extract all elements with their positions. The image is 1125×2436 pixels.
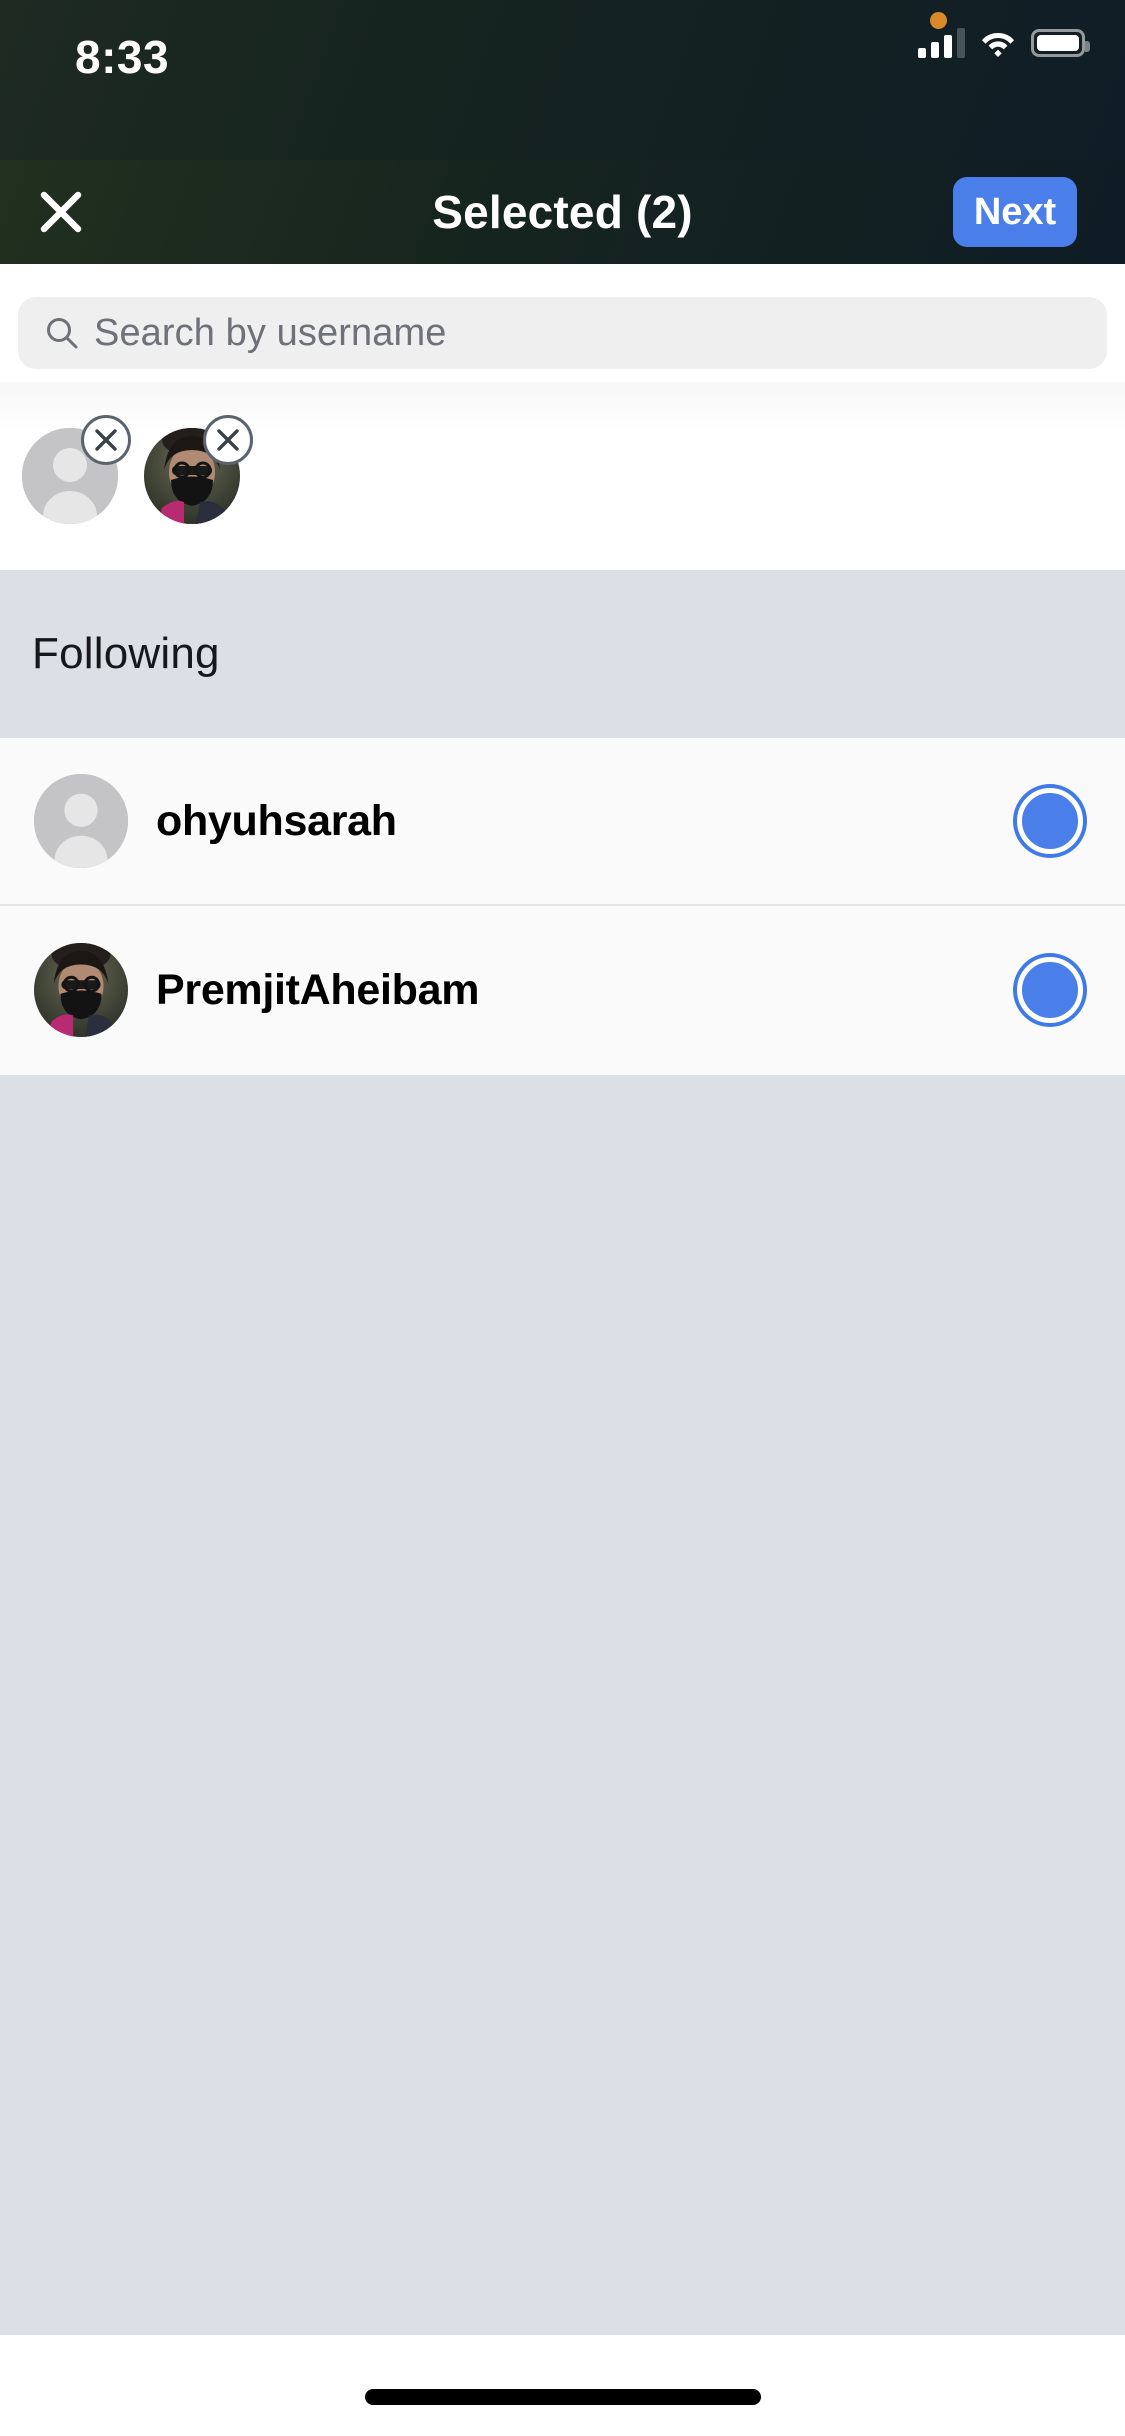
select-toggle[interactable]: [1017, 788, 1083, 854]
selected-chip[interactable]: [22, 415, 131, 524]
selected-chips-row[interactable]: [0, 382, 1125, 570]
bottom-safe-area: [0, 2335, 1125, 2436]
close-icon: [95, 429, 117, 451]
recording-dot-icon: [930, 12, 947, 29]
home-indicator[interactable]: [364, 2389, 761, 2405]
search-placeholder: Search by username: [94, 311, 447, 354]
avatar: [34, 774, 128, 868]
battery-icon: [1031, 29, 1090, 57]
section-header-label: Following: [32, 629, 220, 678]
screen: 8:33 Selected (2) Next Search by usernam…: [0, 0, 1125, 2436]
search-bar-container: Search by username: [0, 264, 1125, 382]
wifi-icon: [982, 33, 1014, 57]
close-icon: [217, 429, 239, 451]
nav-bar: Selected (2) Next: [0, 160, 1125, 264]
remove-chip-button[interactable]: [81, 415, 131, 465]
close-button[interactable]: [25, 176, 97, 248]
section-header-following: Following: [0, 570, 1125, 738]
empty-list-area: [0, 1075, 1125, 2335]
status-icons: [918, 28, 1090, 58]
search-icon: [47, 318, 78, 349]
remove-chip-button[interactable]: [203, 415, 253, 465]
list-item[interactable]: PremjitAheibam: [0, 906, 1125, 1074]
search-input[interactable]: Search by username: [18, 297, 1107, 369]
selected-chip[interactable]: [144, 415, 253, 524]
cellular-signal-icon: [918, 28, 965, 58]
next-button[interactable]: Next: [953, 177, 1077, 247]
close-icon: [40, 191, 82, 233]
select-toggle[interactable]: [1017, 957, 1083, 1023]
list-item-username: PremjitAheibam: [156, 965, 480, 1014]
list-item-username: ohyuhsarah: [156, 796, 397, 845]
list-item[interactable]: ohyuhsarah: [0, 738, 1125, 906]
avatar: [34, 943, 128, 1037]
photo-avatar-icon: [34, 943, 128, 1037]
placeholder-avatar-icon: [34, 774, 128, 868]
status-time: 8:33: [75, 31, 170, 83]
status-bar: 8:33: [0, 0, 1125, 160]
user-list: ohyuhsarah PremjitAheibam: [0, 738, 1125, 1074]
